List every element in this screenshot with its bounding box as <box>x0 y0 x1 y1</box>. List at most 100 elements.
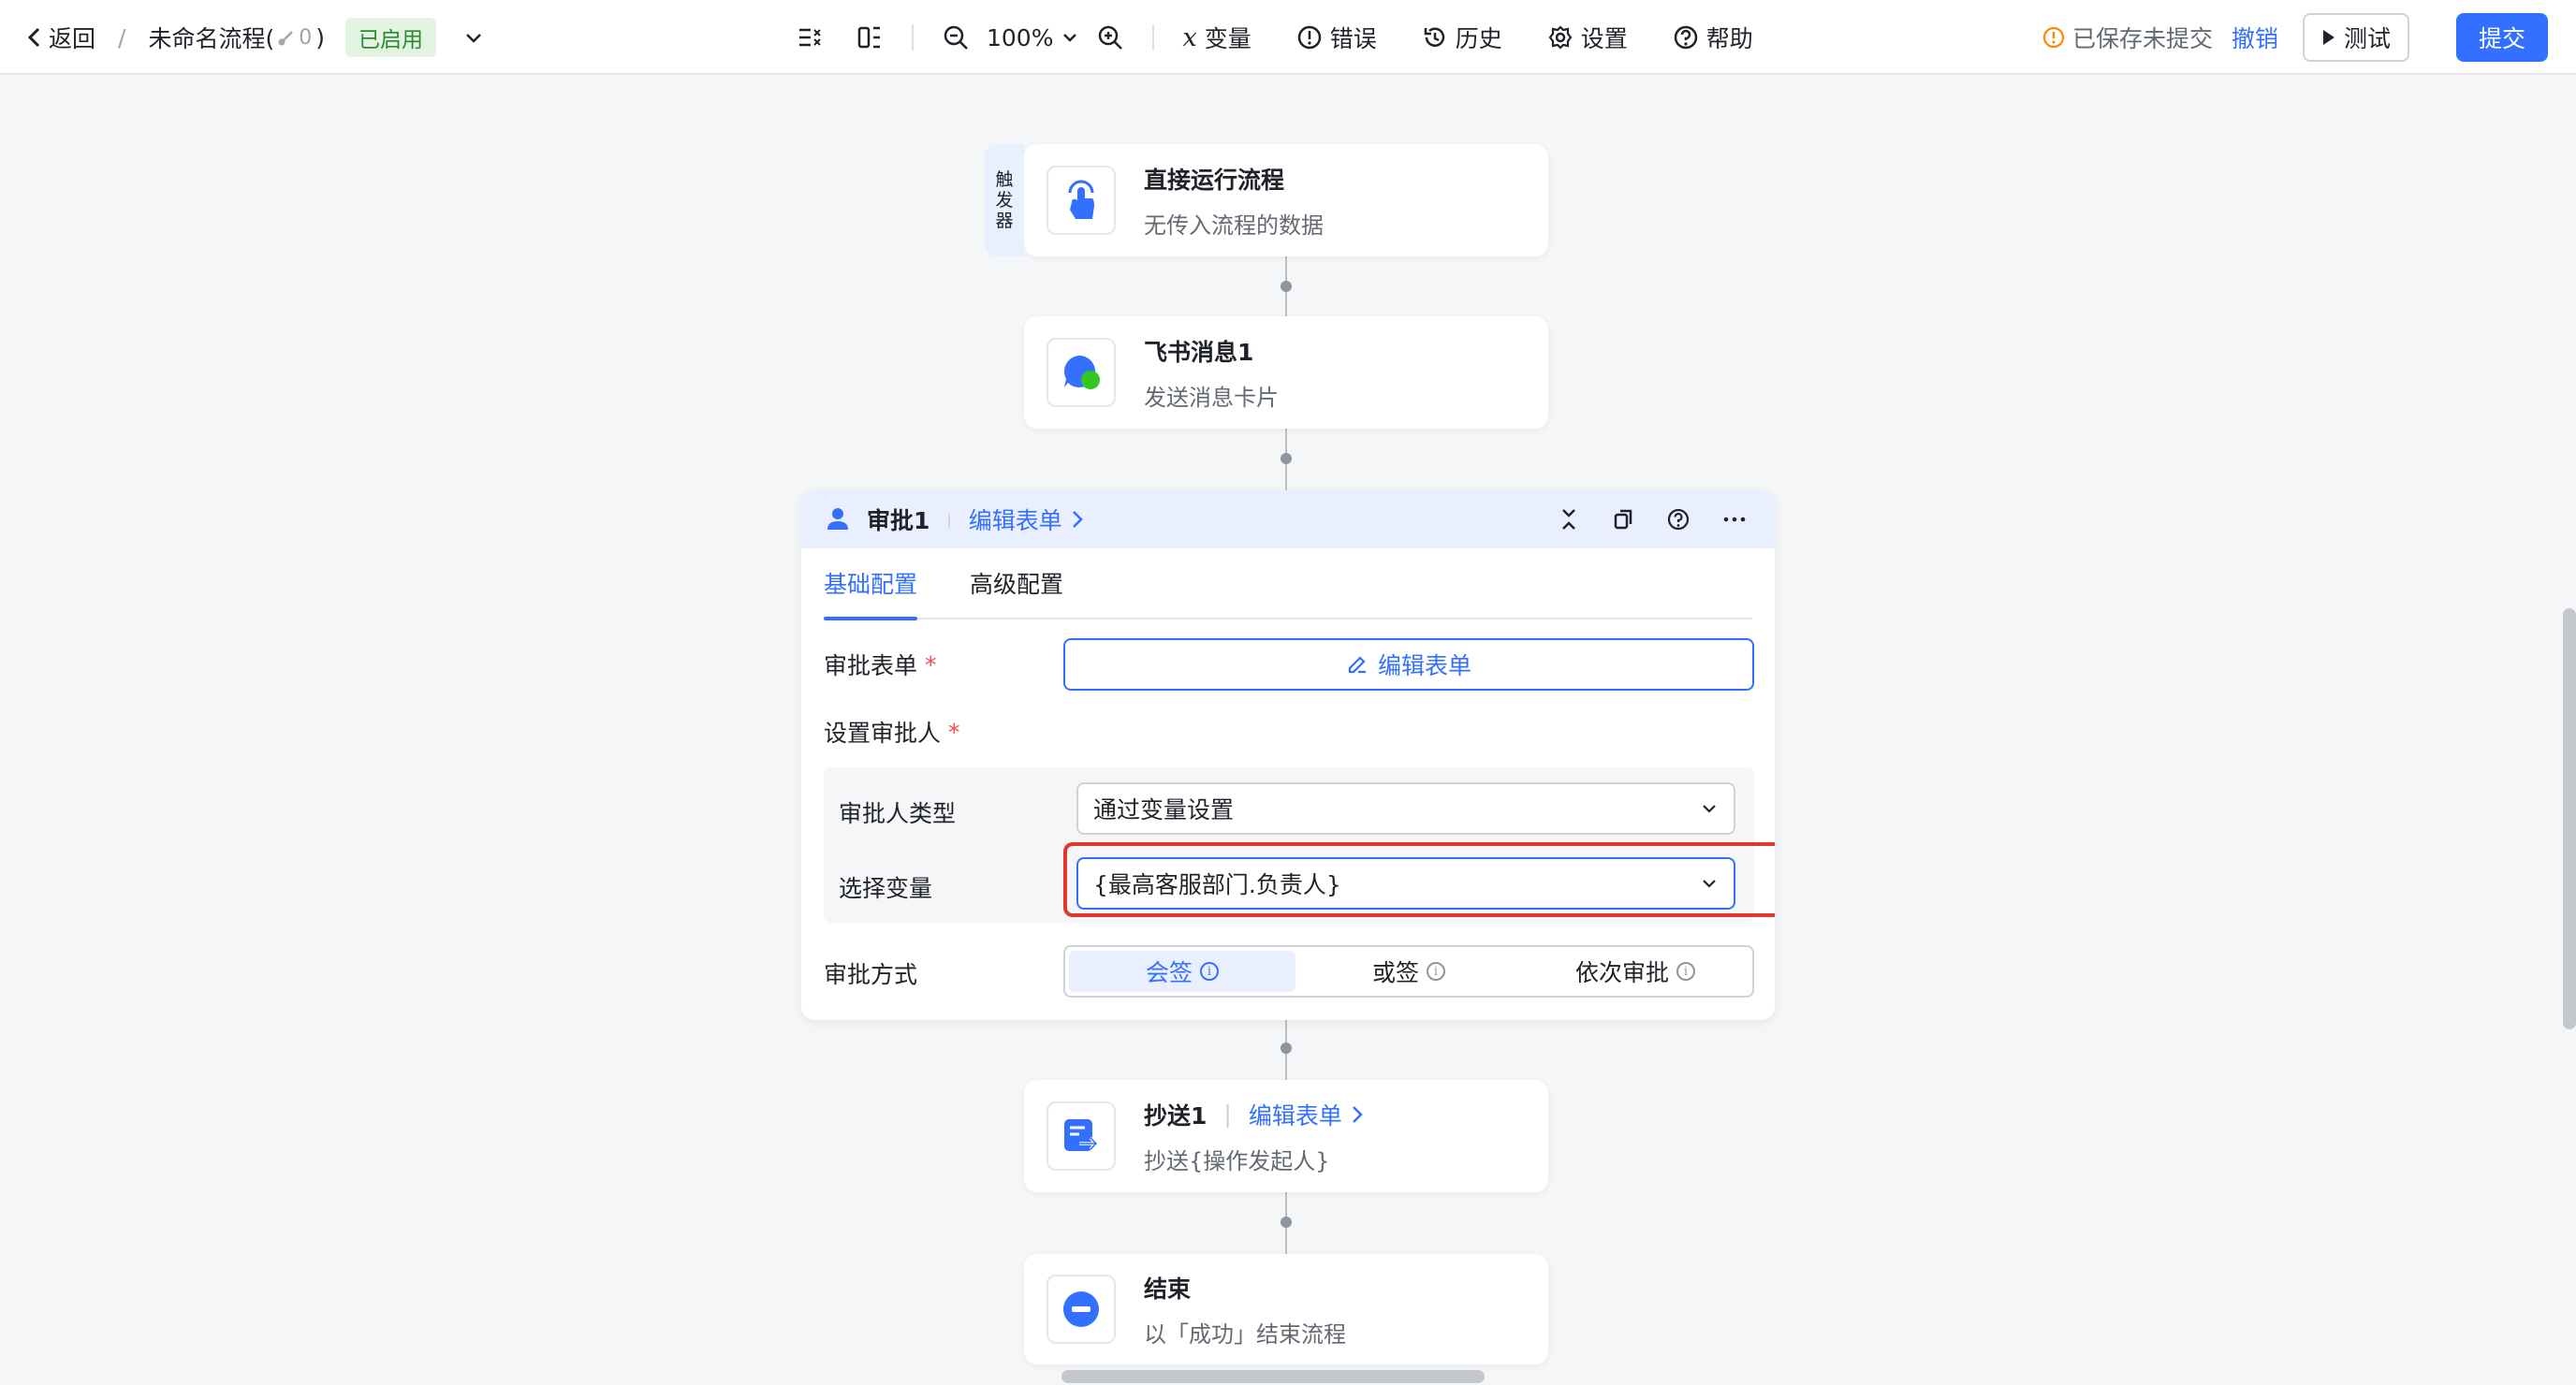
toolbar: 100% 𝑥 变量 错误 历史 设置 帮助 <box>796 0 1753 75</box>
errors-label: 错误 <box>1329 25 1377 52</box>
chevron-down-icon <box>1703 880 1716 888</box>
mode-countersign[interactable]: 会签 i <box>1069 951 1295 992</box>
submit-button[interactable]: 提交 <box>2455 13 2548 62</box>
approval-form-label: 审批表单 <box>824 652 918 679</box>
tap-hand-icon <box>1068 180 1094 219</box>
cc-edit-form-text: 编辑表单 <box>1248 1101 1342 1130</box>
header-right: 已保存未提交 撤销 测试 提交 <box>2042 0 2548 75</box>
zoom-level-select[interactable]: 100% <box>987 24 1079 51</box>
vertical-scrollbar[interactable] <box>2563 608 2576 1029</box>
trigger-tag-char: 触 <box>995 169 1014 190</box>
mode-sequential[interactable]: 依次审批 i <box>1522 951 1749 992</box>
mode-countersign-label: 会签 <box>1145 959 1193 986</box>
link-icon <box>278 31 294 46</box>
required-mark: * <box>925 650 937 678</box>
cc-title: 抄送1 <box>1144 1101 1208 1130</box>
errors-button[interactable]: 错误 <box>1296 21 1377 54</box>
link-count: 0 <box>278 26 312 50</box>
tab-basic-config[interactable]: 基础配置 <box>824 547 918 620</box>
test-button[interactable]: 测试 <box>2302 13 2409 62</box>
trigger-tag-char: 发 <box>995 190 1014 211</box>
help-button[interactable]: 帮助 <box>1673 21 1753 54</box>
info-icon: i <box>1200 962 1219 981</box>
collapse-all-button[interactable] <box>796 23 824 51</box>
header-left: 返回 / 未命名流程( 0 ) 已启用 <box>26 0 485 75</box>
zoom-in-button[interactable] <box>1096 23 1124 51</box>
tab-advanced-config[interactable]: 高级配置 <box>970 566 1063 600</box>
end-texts: 结束 以「成功」结束流程 <box>1144 1271 1346 1349</box>
approver-type-select[interactable]: 通过变量设置 <box>1076 782 1735 835</box>
flow-title-close: ) <box>315 23 325 51</box>
stop-circle-icon <box>1063 1291 1099 1327</box>
back-button[interactable]: 返回 <box>26 21 95 54</box>
cc-edit-form-link[interactable]: 编辑表单 <box>1249 1098 1365 1131</box>
settings-label: 设置 <box>1580 25 1628 52</box>
edit-form-button-label: 编辑表单 <box>1377 652 1471 679</box>
user-icon <box>827 508 848 530</box>
required-mark: * <box>948 718 960 746</box>
message-node[interactable]: 飞书消息1 发送消息卡片 <box>1024 316 1548 429</box>
chevron-down-icon <box>1703 805 1716 813</box>
approval-title: 审批1 <box>867 507 930 534</box>
collapse-icon <box>799 28 821 47</box>
layout-button[interactable] <box>856 23 884 51</box>
approval-panel-header: 审批1 | 编辑表单 <box>801 490 1775 548</box>
chevron-left-icon <box>27 27 40 48</box>
copy-icon[interactable] <box>1612 507 1634 532</box>
approver-label: 设置审批人 <box>824 720 942 747</box>
approver-label-row: 设置审批人 * <box>824 715 960 749</box>
variable-label: 选择变量 <box>839 875 933 902</box>
play-icon <box>2322 30 2334 45</box>
variables-label: 变量 <box>1204 25 1251 52</box>
flow-title[interactable]: 未命名流程( 0 ) <box>148 21 325 54</box>
chat-bubble-icon <box>1063 355 1100 389</box>
flow-title-text: 未命名流程( <box>148 25 275 52</box>
variable-select[interactable]: {最高客服部门.负责人} <box>1076 857 1735 910</box>
cc-subtitle: 抄送{操作发起人} <box>1144 1147 1330 1174</box>
question-icon[interactable] <box>1666 507 1690 532</box>
connector-dot <box>1281 281 1292 292</box>
approval-edit-form-link[interactable]: 编辑表单 <box>969 503 1085 536</box>
zoom-out-button[interactable] <box>942 23 970 51</box>
mode-label-row: 审批方式 <box>824 956 917 990</box>
end-node[interactable]: 结束 以「成功」结束流程 <box>1024 1254 1548 1364</box>
top-bar: 返回 / 未命名流程( 0 ) 已启用 100% 𝑥 变量 错误 历史 设置 帮… <box>0 0 2576 75</box>
zoom-level: 100% <box>987 23 1054 51</box>
zoom-out-icon <box>944 25 968 50</box>
undo-button[interactable]: 撤销 <box>2232 21 2278 54</box>
approval-panel: 审批1 | 编辑表单 基础配置 高级配置 审批表单 * 编辑表单 设置审批人 *… <box>801 490 1775 1020</box>
more-icon[interactable] <box>1722 507 1747 532</box>
link-count-value: 0 <box>299 25 313 50</box>
cc-node[interactable]: 抄送1 | 编辑表单 抄送{操作发起人} <box>1024 1080 1548 1192</box>
alert-icon <box>1297 25 1321 50</box>
approver-config-box: 审批人类型 通过变量设置 选择变量 {最高客服部门.负责人} <box>824 767 1775 923</box>
cc-title-row: 抄送1 | 编辑表单 <box>1144 1098 1365 1131</box>
save-status-text: 已保存未提交 <box>2071 25 2213 52</box>
trigger-node[interactable]: 触 发 器 直接运行流程 无传入流程的数据 <box>985 144 1548 256</box>
chevron-right-icon <box>1352 1105 1363 1123</box>
horizontal-scrollbar[interactable] <box>1061 1370 1485 1383</box>
warning-icon <box>2042 26 2065 49</box>
history-label: 历史 <box>1455 25 1502 52</box>
zoom-in-icon <box>1099 25 1123 50</box>
approver-type-label: 审批人类型 <box>839 800 957 827</box>
connector-dot <box>1281 453 1292 464</box>
settings-button[interactable]: 设置 <box>1547 21 1628 54</box>
history-button[interactable]: 历史 <box>1422 21 1502 54</box>
edit-form-button[interactable]: 编辑表单 <box>1063 638 1754 691</box>
panel-actions <box>1558 490 1747 548</box>
variables-button[interactable]: 𝑥 变量 <box>1182 21 1251 54</box>
back-label: 返回 <box>49 25 96 52</box>
chevron-down-icon[interactable] <box>462 26 485 49</box>
header-divider: | <box>946 510 952 529</box>
collapse-arrows-icon[interactable] <box>1558 507 1580 532</box>
layout-icon <box>857 26 880 49</box>
message-icon-box <box>1046 338 1116 407</box>
title-divider: | <box>1223 1101 1232 1128</box>
mode-sequential-label: 依次审批 <box>1574 959 1669 986</box>
end-subtitle: 以「成功」结束流程 <box>1144 1320 1346 1348</box>
config-tabs: 基础配置 高级配置 <box>824 548 1752 620</box>
mode-or-sign[interactable]: 或签 i <box>1295 951 1522 992</box>
cc-icon-box <box>1046 1101 1116 1171</box>
question-icon <box>1674 25 1698 50</box>
